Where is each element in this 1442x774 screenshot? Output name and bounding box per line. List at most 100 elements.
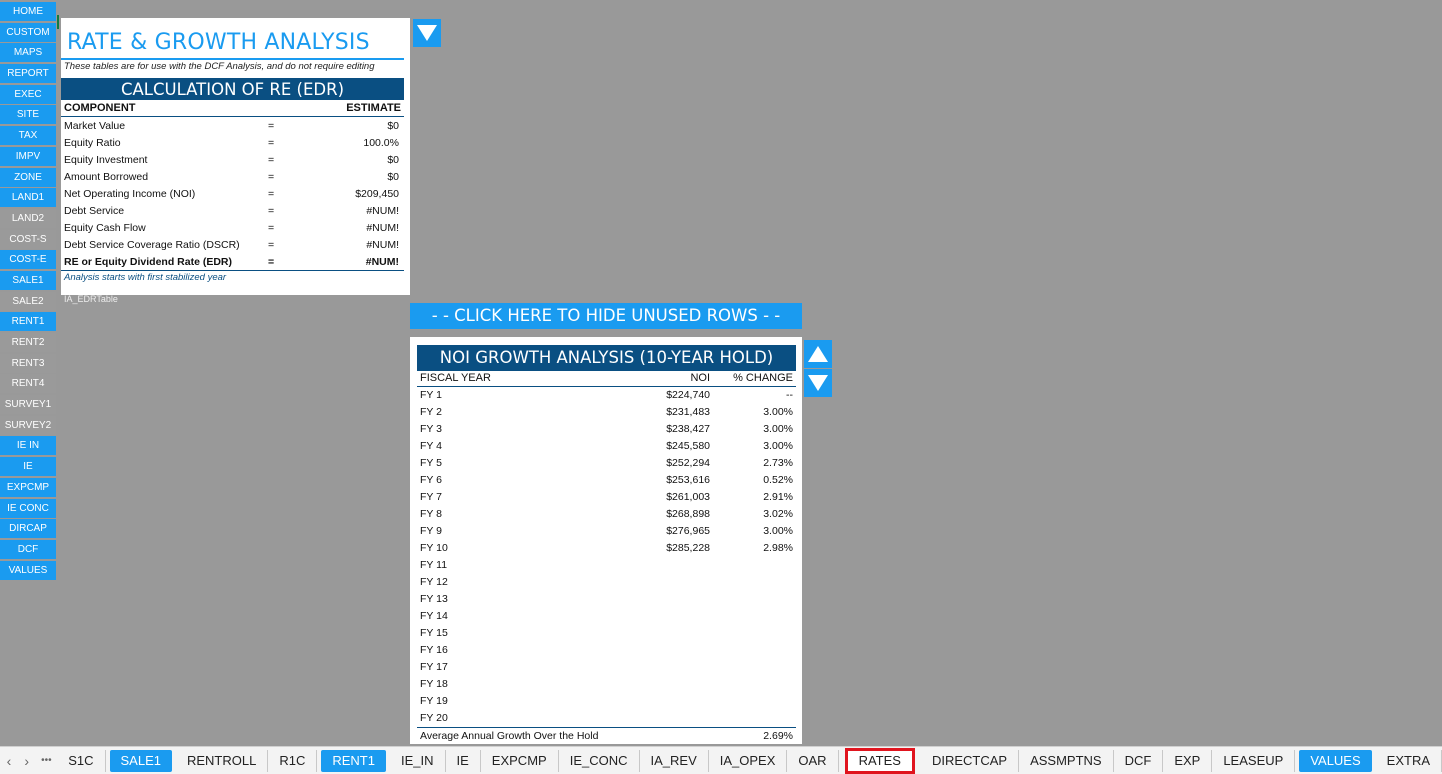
tab-exp[interactable]: EXP [1163, 749, 1213, 772]
fiscal-year: FY 18 [420, 678, 448, 690]
tab-s1c[interactable]: S1C [57, 749, 106, 772]
fiscal-year: FY 19 [420, 695, 448, 707]
noi-row: FY 6 $253,616 0.52% [417, 472, 796, 489]
noi-row: FY 19 [417, 693, 796, 710]
tab-rent1[interactable]: RENT1 [321, 749, 386, 772]
estimate-header: ESTIMATE [346, 102, 401, 114]
tab-ie[interactable]: IE [446, 749, 481, 772]
nav-button-maps[interactable]: MAPS [0, 43, 56, 63]
average-growth-value: 2.69% [763, 730, 793, 742]
fiscal-year-header: FISCAL YEAR [420, 372, 491, 384]
edr-row: Market Value = $0 [61, 118, 404, 135]
fiscal-year: FY 1 [420, 389, 442, 401]
noi-header: NOI [690, 372, 710, 384]
noi-row: FY 7 $261,003 2.91% [417, 489, 796, 506]
nav-button-survey2[interactable]: SURVEY2 [0, 415, 56, 435]
edr-table-header: CALCULATION OF RE (EDR) [61, 76, 404, 100]
tab-extra[interactable]: EXTRA [1376, 749, 1442, 772]
tab-sale1[interactable]: SALE1 [109, 749, 172, 772]
noi-row: FY 12 [417, 574, 796, 591]
up-arrow-icon [808, 346, 828, 362]
noi-value: $285,228 [666, 542, 710, 554]
scroll-down-button[interactable] [413, 19, 441, 47]
noi-value: $276,965 [666, 525, 710, 537]
tab-rentroll[interactable]: RENTROLL [176, 749, 269, 772]
edr-component: Net Operating Income (NOI) [64, 188, 196, 200]
nav-button-land2[interactable]: LAND2 [0, 208, 56, 228]
nav-button-custom[interactable]: CUSTOM [0, 22, 56, 42]
prev-sheet-icon[interactable]: ‹ [0, 753, 18, 769]
nav-button-impv[interactable]: IMPV [0, 146, 56, 166]
tab-ie-in[interactable]: IE_IN [390, 749, 446, 772]
edr-estimate: $0 [387, 171, 399, 183]
nav-button-rent4[interactable]: RENT4 [0, 374, 56, 394]
nav-button-exec[interactable]: EXEC [0, 84, 56, 104]
tab-directcap[interactable]: DIRECTCAP [921, 749, 1020, 772]
next-sheet-icon[interactable]: › [18, 753, 36, 769]
noi-row: FY 14 [417, 608, 796, 625]
edr-row: Debt Service Coverage Ratio (DSCR) = #NUM! [61, 237, 404, 254]
noi-row: FY 18 [417, 676, 796, 693]
edr-component: Equity Investment [64, 154, 148, 166]
nav-button-rent3[interactable]: RENT3 [0, 353, 56, 373]
edr-component: Equity Ratio [64, 137, 121, 149]
nav-button-dcf[interactable]: DCF [0, 539, 56, 559]
nav-button-values[interactable]: VALUES [0, 560, 56, 580]
scroll-up-button[interactable] [804, 340, 832, 368]
tab-ia-rev[interactable]: IA_REV [640, 749, 709, 772]
nav-button-rent2[interactable]: RENT2 [0, 333, 56, 352]
noi-column-headers: FISCAL YEAR NOI % CHANGE [417, 371, 796, 387]
nav-button-ie-conc[interactable]: IE CONC [0, 498, 56, 518]
component-header: COMPONENT [64, 102, 136, 114]
hide-unused-rows-button[interactable]: - - CLICK HERE TO HIDE UNUSED ROWS - - [410, 303, 802, 329]
noi-row: FY 10 $285,228 2.98% [417, 540, 796, 557]
nav-button-home[interactable]: HOME [0, 2, 56, 21]
noi-panel: NOI GROWTH ANALYSIS (10-YEAR HOLD) FISCA… [410, 337, 802, 744]
tab-oar[interactable]: OAR [787, 749, 839, 772]
nav-button-expcmp[interactable]: EXPCMP [0, 477, 56, 497]
nav-button-report[interactable]: REPORT [0, 64, 56, 84]
fiscal-year: FY 3 [420, 423, 442, 435]
noi-row: FY 8 $268,898 3.02% [417, 506, 796, 523]
nav-button-sale2[interactable]: SALE2 [0, 291, 56, 311]
edr-equals: = [268, 256, 275, 268]
tab-values[interactable]: VALUES [1299, 749, 1372, 772]
tab-assmptns[interactable]: ASSMPTNS [1019, 749, 1114, 772]
scroll-down-button-2[interactable] [804, 369, 832, 397]
nav-button-cost-s[interactable]: COST-S [0, 229, 56, 249]
nav-button-ie-in[interactable]: IE IN [0, 436, 56, 456]
tab-ie-conc[interactable]: IE_CONC [559, 749, 640, 772]
edr-row: Debt Service = #NUM! [61, 203, 404, 220]
tab-dcf[interactable]: DCF [1114, 749, 1164, 772]
nav-button-survey1[interactable]: SURVEY1 [0, 395, 56, 415]
nav-button-rent1[interactable]: RENT1 [0, 312, 56, 332]
pct-change: 2.98% [763, 542, 793, 554]
tab-r1c[interactable]: R1C [268, 749, 318, 772]
nav-button-sale1[interactable]: SALE1 [0, 270, 56, 290]
nav-button-ie[interactable]: IE [0, 457, 56, 477]
noi-row: FY 1 $224,740 -- [417, 387, 796, 404]
noi-row: FY 16 [417, 642, 796, 659]
edr-estimate: $0 [387, 120, 399, 132]
more-sheets-icon[interactable]: ••• [36, 755, 58, 766]
fiscal-year: FY 16 [420, 644, 448, 656]
nav-button-site[interactable]: SITE [0, 105, 56, 125]
nav-button-dircap[interactable]: DIRCAP [0, 519, 56, 539]
nav-button-land1[interactable]: LAND1 [0, 188, 56, 208]
tab-rates[interactable]: RATES [844, 747, 915, 774]
edr-component: Equity Cash Flow [64, 222, 146, 234]
nav-button-zone[interactable]: ZONE [0, 167, 56, 187]
fiscal-year: FY 5 [420, 457, 442, 469]
edr-equals: = [268, 120, 275, 132]
noi-value: $245,580 [666, 440, 710, 452]
tab-expcmp[interactable]: EXPCMP [481, 749, 559, 772]
tab-ia-opex[interactable]: IA_OPEX [709, 749, 788, 772]
tab-leaseup[interactable]: LEASEUP [1212, 749, 1296, 772]
named-range-label: IA_EDRTable [64, 294, 118, 304]
fiscal-year: FY 4 [420, 440, 442, 452]
noi-row: FY 4 $245,580 3.00% [417, 438, 796, 455]
edr-component: RE or Equity Dividend Rate (EDR) [64, 256, 233, 268]
nav-button-tax[interactable]: TAX [0, 126, 56, 146]
edr-column-headers: COMPONENT ESTIMATE [61, 102, 404, 117]
nav-button-cost-e[interactable]: COST-E [0, 250, 56, 270]
